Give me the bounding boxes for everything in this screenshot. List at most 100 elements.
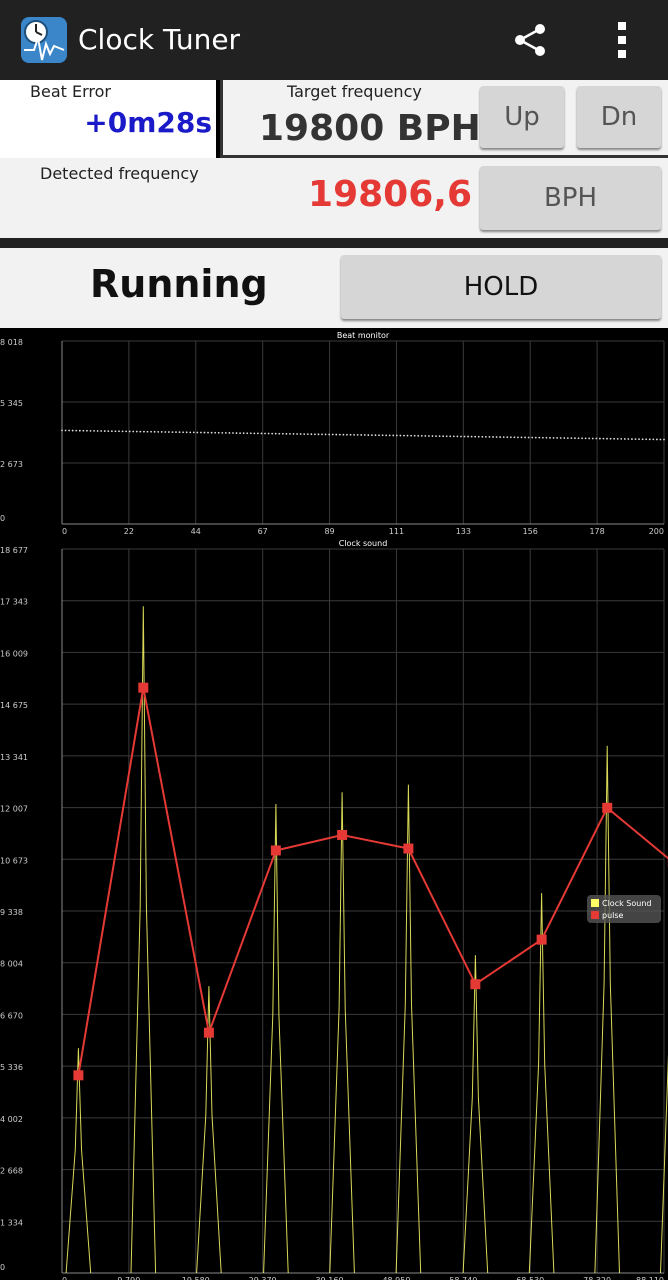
beat-point	[257, 432, 259, 435]
beat-point	[492, 436, 494, 438]
divider	[0, 238, 668, 248]
beat-point	[253, 432, 256, 435]
beat-error-label: Beat Error	[30, 82, 111, 101]
beat-point	[274, 432, 277, 435]
beat-point	[417, 434, 420, 437]
frequency-unit-button[interactable]: BPH	[480, 166, 661, 230]
beat-point	[96, 430, 99, 432]
beat-point	[648, 438, 651, 441]
beat-point	[321, 433, 323, 436]
beat-point	[210, 431, 213, 434]
beat-point	[139, 430, 142, 433]
beat-point	[606, 437, 608, 440]
x-tick-label: 29 370	[249, 1276, 277, 1280]
y-tick-label: 18 677	[0, 546, 28, 555]
beat-point	[502, 436, 505, 439]
y-tick-label: 5 345	[0, 399, 23, 408]
legend-swatch-pulse	[591, 911, 599, 919]
beat-point	[495, 436, 498, 438]
beat-point	[634, 438, 637, 441]
beat-point	[659, 438, 662, 441]
beat-point	[61, 429, 63, 432]
beat-point	[303, 433, 306, 435]
beat-point	[559, 437, 562, 439]
beat-point	[103, 430, 106, 432]
beat-point	[271, 432, 274, 435]
share-icon[interactable]	[508, 20, 552, 60]
beat-point	[395, 434, 398, 437]
beat-point	[655, 438, 658, 441]
beat-point	[484, 435, 487, 438]
beat-point	[299, 433, 302, 435]
beat-point	[613, 437, 616, 440]
x-tick-label: 44	[191, 527, 201, 536]
beat-point	[524, 436, 526, 439]
beat-point	[167, 431, 170, 433]
detected-frequency-value: 19806,6	[308, 174, 472, 215]
beat-point	[289, 432, 291, 435]
beat-point	[89, 429, 92, 432]
beat-point	[324, 433, 327, 436]
beat-point	[602, 437, 605, 440]
beat-point	[545, 436, 548, 439]
beat-point	[317, 433, 320, 436]
beat-point	[292, 433, 295, 435]
y-tick-label: 9 338	[0, 908, 23, 917]
beat-point	[363, 434, 366, 436]
x-tick-label: 19 580	[182, 1276, 210, 1280]
beat-point	[541, 436, 544, 439]
pulse-point	[470, 979, 481, 990]
beat-point	[110, 430, 113, 433]
beat-point	[381, 434, 384, 437]
beat-point	[517, 436, 519, 439]
beat-point	[367, 434, 370, 436]
beat-point	[413, 434, 416, 437]
beat-point	[296, 433, 299, 435]
y-tick-label: 14 675	[0, 701, 28, 710]
beat-point	[556, 437, 559, 439]
beat-point	[385, 434, 388, 437]
beat-point	[157, 430, 160, 433]
beat-point	[235, 432, 238, 434]
beat-point	[435, 435, 437, 437]
overflow-menu-icon[interactable]	[606, 18, 638, 62]
frequency-down-button[interactable]: Dn	[577, 86, 661, 148]
beat-point	[128, 430, 131, 433]
chart-title: Clock sound	[339, 539, 388, 548]
y-tick-label: 1 334	[0, 1218, 23, 1227]
pulse-point	[337, 829, 348, 840]
chart-title: Beat monitor	[337, 331, 390, 340]
beat-point	[641, 438, 644, 441]
beat-point	[107, 430, 110, 433]
beat-point	[214, 431, 217, 434]
beat-point	[114, 430, 117, 433]
x-tick-label: 88 110	[636, 1276, 664, 1280]
beat-point	[538, 436, 541, 439]
x-tick-label: 200	[649, 527, 664, 536]
frequency-up-button[interactable]: Up	[480, 86, 564, 148]
pulse-point	[536, 934, 547, 945]
beat-point	[135, 430, 138, 433]
beat-point	[281, 432, 284, 435]
beat-point	[150, 430, 152, 433]
beat-point	[584, 437, 587, 440]
beat-point	[285, 432, 288, 435]
beat-point	[403, 434, 405, 437]
x-tick-label: 111	[389, 527, 404, 536]
beat-point	[374, 434, 377, 437]
beat-point	[499, 436, 502, 438]
beat-point	[228, 432, 231, 434]
y-tick-label: 16 009	[0, 649, 28, 658]
beat-point	[360, 434, 363, 436]
pulse-point	[138, 682, 149, 693]
detected-frequency-label: Detected frequency	[40, 164, 199, 183]
beat-point	[463, 435, 466, 438]
x-tick-label: 58 740	[449, 1276, 477, 1280]
y-tick-label: 12 007	[0, 805, 28, 814]
beat-point	[246, 432, 249, 435]
hold-button[interactable]: HOLD	[341, 255, 661, 319]
beat-point	[392, 434, 395, 437]
beat-point	[182, 431, 185, 434]
legend-label-clock-sound: Clock Sound	[602, 899, 651, 908]
beat-point	[121, 430, 124, 433]
